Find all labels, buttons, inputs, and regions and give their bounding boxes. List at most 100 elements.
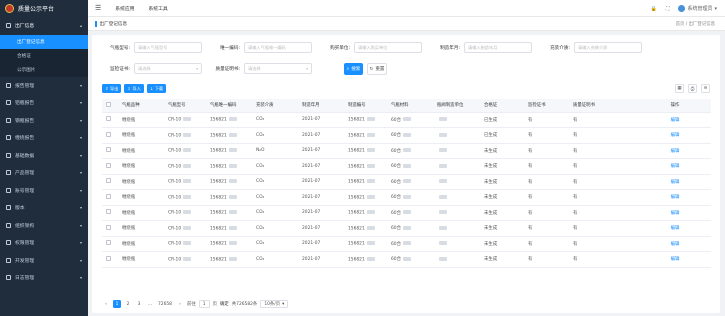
- edit-link[interactable]: 编辑: [635, 112, 711, 128]
- filter-input[interactable]: 请输入气瓶唯一编码: [244, 42, 312, 53]
- table-row[interactable]: 缠绕瓶 CR-10 156821 CO₂ 2021-07 156821 60合 未生成 有 有 编辑: [102, 189, 711, 206]
- table-cell: 156821: [206, 251, 252, 268]
- column-header[interactable]: 监检证书: [524, 99, 569, 113]
- sidebar-subitem[interactable]: 合格证: [0, 48, 88, 63]
- column-header[interactable]: 制造编号: [344, 99, 387, 113]
- sidebar-item[interactable]: 出厂信息 ▴: [0, 17, 88, 35]
- filter-input[interactable]: 请输入气瓶型号: [134, 42, 202, 53]
- next-page-icon[interactable]: ›: [176, 300, 184, 308]
- edit-link[interactable]: 编辑: [635, 158, 711, 175]
- edit-link[interactable]: 编辑: [635, 143, 711, 159]
- edit-link[interactable]: 编辑: [635, 174, 711, 190]
- row-checkbox[interactable]: [106, 162, 111, 168]
- page-number[interactable]: 2: [124, 300, 132, 308]
- fullscreen-icon[interactable]: ⛶: [666, 6, 670, 12]
- filter-input[interactable]: 请选择 ▾: [244, 63, 312, 74]
- table-row[interactable]: 缠绕瓶 CR-10 156821 CO₂ 2021-07 156821 60合 未生成 有 有 编辑: [102, 251, 711, 268]
- filter-columns-icon[interactable]: ▦: [675, 84, 684, 93]
- sidebar-item[interactable]: 账号管理 ▾: [0, 182, 88, 200]
- page-size-select[interactable]: 10条/页 ▾: [260, 300, 289, 308]
- edit-link[interactable]: 编辑: [635, 205, 711, 221]
- row-checkbox[interactable]: [106, 147, 111, 153]
- edit-link[interactable]: 编辑: [635, 189, 711, 206]
- sidebar-item[interactable]: 版本 ▾: [0, 199, 88, 217]
- row-checkbox[interactable]: [106, 178, 111, 184]
- row-checkbox[interactable]: [106, 193, 111, 199]
- reset-label: 重置: [375, 67, 385, 72]
- table-row[interactable]: 缠绕瓶 CR-10 156821 CO₂ 2021-07 156821 60合 未生成 有 有 编辑: [102, 158, 711, 175]
- table-row[interactable]: 缠绕瓶 CR-10 156821 CO₂ 2021-07 156821 60合 未生成 有 有 编辑: [102, 236, 711, 252]
- edit-link[interactable]: 编辑: [635, 251, 711, 268]
- table-row[interactable]: 缠绕瓶 CR-10 156821 CO₂ 2021-07 156821 60合 未生成 有 有 编辑: [102, 205, 711, 221]
- column-header[interactable]: 操作: [635, 99, 711, 113]
- sidebar-item[interactable]: 权限管理 ▾: [0, 234, 88, 252]
- cell-text: N₂O: [256, 148, 265, 154]
- app-logo[interactable]: 质量公示平台: [0, 0, 88, 17]
- column-header[interactable]: 气瓶材料: [387, 99, 433, 113]
- column-header[interactable]: 气瓶型号: [164, 99, 206, 113]
- sidebar-item[interactable]: 基础数据 ▾: [0, 147, 88, 165]
- select-all-checkbox[interactable]: [106, 101, 111, 107]
- redacted-mark: [439, 148, 447, 152]
- reset-button[interactable]: ↻ 重置: [367, 63, 387, 75]
- sidebar-item[interactable]: 钢瓶报告 ▾: [0, 112, 88, 130]
- table-row[interactable]: 缠绕瓶 CR-10 156821 N₂O 2021-07 156821 60合 未生成 有 有 编辑: [102, 143, 711, 159]
- top-link-tools[interactable]: 系统工具: [148, 5, 167, 12]
- goto-input[interactable]: 1: [198, 300, 210, 308]
- lock-icon[interactable]: 🔒: [651, 6, 657, 12]
- sidebar-item[interactable]: 报告管理 ▾: [0, 77, 88, 95]
- cell-text: 60合: [391, 195, 401, 201]
- sidebar-item[interactable]: 铝瓶报告 ▾: [0, 94, 88, 112]
- filter-input[interactable]: 请输入制造年月: [464, 42, 532, 53]
- filter-input[interactable]: 请选择 ▾: [134, 63, 202, 74]
- column-header[interactable]: 制造年月: [298, 99, 344, 113]
- table-row[interactable]: 缠绕瓶 CR-10 156821 CO₂ 2021-07 156821 60合 已生成 有 有 编辑: [102, 112, 711, 128]
- row-checkbox[interactable]: [106, 255, 111, 261]
- page-number[interactable]: ...: [146, 300, 154, 308]
- table-row[interactable]: 缠绕瓶 CR-10 156821 CO₂ 2021-07 156821 60合 未生成 有 有 编辑: [102, 220, 711, 237]
- sidebar-subitem[interactable]: 公示图片: [0, 62, 88, 77]
- row-checkbox[interactable]: [106, 116, 111, 122]
- table-cell: CO₂: [252, 205, 298, 221]
- export-button[interactable]: ⇪ 导出: [102, 84, 122, 93]
- column-header[interactable]: 质量证明书: [569, 99, 635, 113]
- sidebar-item[interactable]: 缠绕报告 ▾: [0, 129, 88, 147]
- export-table-icon[interactable]: ⊖: [701, 84, 710, 93]
- search-button[interactable]: ⌕ 搜索: [344, 63, 363, 75]
- sidebar-subitem[interactable]: 出厂登记信息: [0, 34, 88, 49]
- search-icon: ⌕: [346, 67, 350, 72]
- table-row[interactable]: 缠绕瓶 CR-10 156821 CO₂ 2021-07 156821 60合 未生成 有 有 编辑: [102, 174, 711, 190]
- confirm-button[interactable]: 确定: [220, 301, 229, 307]
- print-icon[interactable]: ⎙: [688, 84, 697, 93]
- column-header[interactable]: 合格证: [480, 99, 524, 113]
- sidebar-item[interactable]: 开发管理 ▾: [0, 252, 88, 270]
- edit-link[interactable]: 编辑: [635, 220, 711, 237]
- edit-link[interactable]: 编辑: [635, 127, 711, 144]
- row-checkbox[interactable]: [106, 131, 111, 137]
- download-button[interactable]: ↓ 下载: [146, 84, 167, 93]
- row-checkbox[interactable]: [106, 209, 111, 215]
- user-menu[interactable]: 系统管理员 ▾: [678, 5, 717, 12]
- sidebar-item[interactable]: 组织架构 ▾: [0, 217, 88, 235]
- prev-page-icon[interactable]: ‹: [102, 300, 110, 308]
- filter-input[interactable]: 请输入购买单位: [354, 42, 422, 53]
- column-header[interactable]: 瓶阀制造单位: [433, 99, 480, 113]
- column-header[interactable]: 气瓶唯一编码: [206, 99, 252, 113]
- row-checkbox[interactable]: [106, 240, 111, 246]
- column-header[interactable]: 充装介质: [252, 99, 298, 113]
- table-cell: 156821: [344, 189, 387, 206]
- edit-link[interactable]: 编辑: [635, 236, 711, 252]
- sidebar-item[interactable]: 产品管理 ▾: [0, 164, 88, 182]
- table-row[interactable]: 缠绕瓶 CR-10 156821 CO₂ 2021-07 156821 60合 已生成 有 有 编辑: [102, 127, 711, 144]
- sidebar-item[interactable]: 日志管理 ▾: [0, 269, 88, 287]
- import-button[interactable]: ⇩ 导入: [124, 84, 144, 93]
- top-link-apps[interactable]: 系统应用: [115, 5, 134, 12]
- filter-input[interactable]: 请输入充装介质: [574, 42, 642, 53]
- row-checkbox[interactable]: [106, 224, 111, 230]
- page-number[interactable]: 1: [113, 300, 121, 308]
- tab-active[interactable]: 出厂登记信息: [95, 21, 128, 27]
- hamburger-icon[interactable]: ☰: [95, 4, 101, 12]
- page-number[interactable]: 72658: [157, 300, 173, 308]
- column-header[interactable]: 气瓶品种: [118, 99, 164, 113]
- page-number[interactable]: 3: [135, 300, 143, 308]
